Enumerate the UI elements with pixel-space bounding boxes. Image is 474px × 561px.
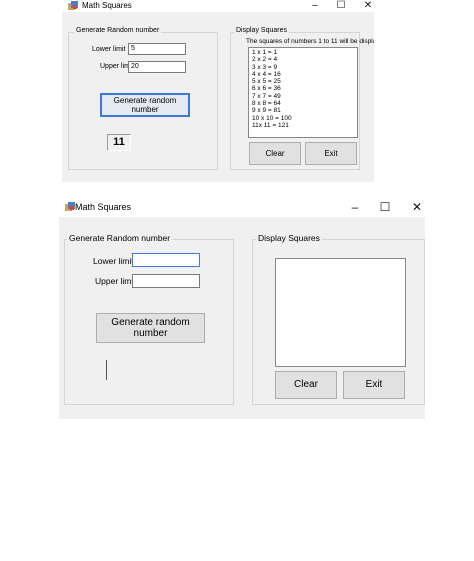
- lower-limit-input[interactable]: 5: [128, 43, 186, 55]
- clear-button[interactable]: Clear: [249, 142, 301, 165]
- list-item[interactable]: 2 x 2 = 4: [252, 56, 354, 63]
- display-squares-group-label: Display Squares: [234, 27, 289, 34]
- list-item[interactable]: 10 x 10 = 100: [252, 115, 354, 122]
- squares-caption: The squares of numbers 1 to 11 will be d…: [246, 38, 374, 45]
- list-item[interactable]: 6 x 6 = 36: [252, 85, 354, 92]
- lower-limit-input[interactable]: [132, 253, 200, 267]
- generate-random-button[interactable]: Generate random number: [100, 93, 190, 117]
- maximize-icon[interactable]: ☐: [328, 0, 354, 11]
- maximize-icon[interactable]: ☐: [369, 199, 401, 215]
- squares-listbox[interactable]: 1 x 1 = 1 2 x 2 = 4 3 x 3 = 9 4 x 4 = 16…: [248, 47, 358, 138]
- close-icon[interactable]: ✕: [355, 0, 381, 11]
- list-item[interactable]: 7 x 7 = 49: [252, 93, 354, 100]
- exit-button[interactable]: Exit: [343, 371, 405, 399]
- generate-random-group-label: Generate Random number: [74, 27, 162, 34]
- math-squares-window-filled: Math Squares – ☐ ✕ Generate Random numbe…: [62, 0, 374, 182]
- window-title: Math Squares: [82, 1, 132, 10]
- exit-button[interactable]: Exit: [305, 142, 357, 165]
- window-title: Math Squares: [75, 202, 132, 212]
- minimize-icon[interactable]: –: [339, 199, 371, 215]
- math-squares-window-empty: Math Squares – ☐ ✕ Generate Random numbe…: [59, 197, 425, 419]
- app-icon: [68, 1, 78, 11]
- title-bar: Math Squares – ☐ ✕: [62, 0, 374, 12]
- generate-random-group-label: Generate Random number: [67, 233, 173, 243]
- title-bar: Math Squares – ☐ ✕: [59, 197, 425, 217]
- random-number-result: 11: [107, 134, 131, 151]
- app-icon: [65, 202, 75, 212]
- upper-limit-input[interactable]: 20: [128, 61, 186, 73]
- list-item[interactable]: 5 x 5 = 25: [252, 78, 354, 85]
- display-squares-group-label: Display Squares: [256, 233, 322, 243]
- upper-limit-input[interactable]: [132, 274, 200, 288]
- lower-limit-label: Lower limit: [93, 256, 134, 266]
- list-item[interactable]: 8 x 8 = 64: [252, 100, 354, 107]
- list-item[interactable]: 3 x 3 = 9: [252, 64, 354, 71]
- close-icon[interactable]: ✕: [401, 199, 433, 215]
- lower-limit-label: Lower limit: [92, 46, 126, 53]
- generate-random-button[interactable]: Generate random number: [96, 313, 205, 343]
- list-item[interactable]: 9 x 9 = 81: [252, 107, 354, 114]
- random-number-result: [106, 360, 107, 380]
- minimize-icon[interactable]: –: [302, 0, 328, 11]
- clear-button[interactable]: Clear: [275, 371, 337, 399]
- list-item[interactable]: 1 x 1 = 1: [252, 49, 354, 56]
- list-item[interactable]: 11x 11 = 121: [252, 122, 354, 129]
- list-item[interactable]: 4 x 4 = 16: [252, 71, 354, 78]
- upper-limit-label: Upper limit: [95, 276, 136, 286]
- squares-listbox[interactable]: [275, 258, 406, 367]
